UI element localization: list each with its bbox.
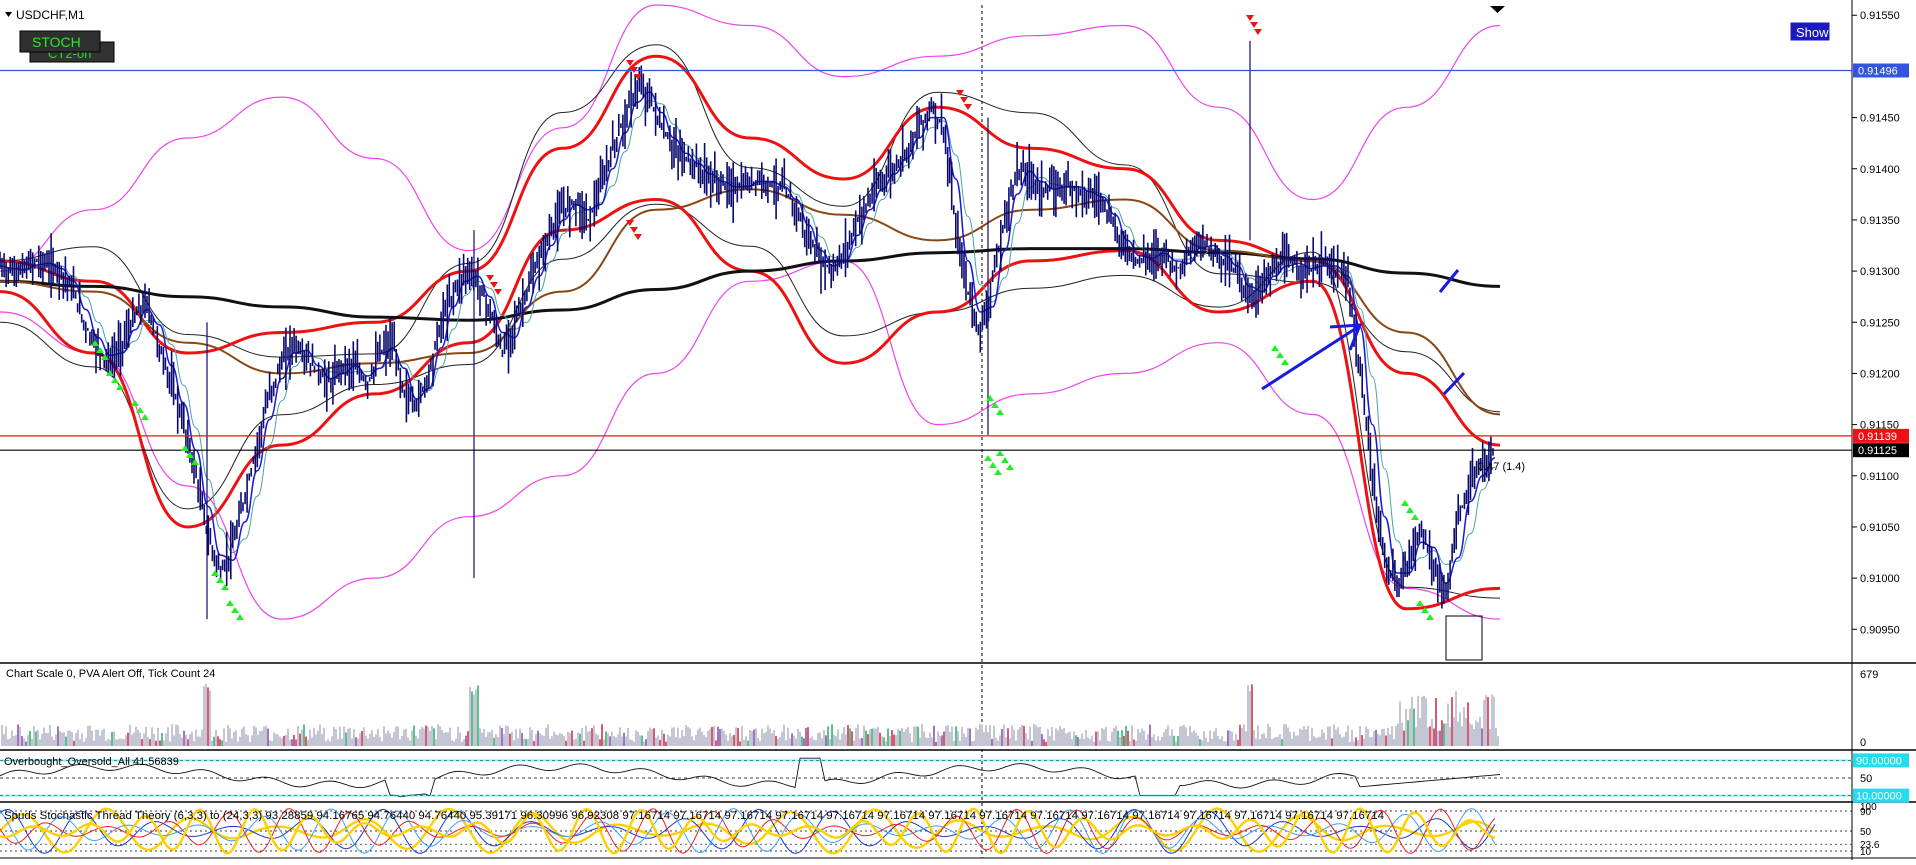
symbol-label: USDCHF,M1 [16, 8, 85, 22]
price-tag-label: 0.91496 [1858, 66, 1898, 78]
price-tick-label: 0.91150 [1860, 420, 1899, 432]
price-tick-label: 0.90950 [1860, 624, 1900, 636]
show-button[interactable]: Show [1789, 21, 1831, 42]
oo-level-tag: 10.00000 [1856, 791, 1902, 803]
price-tick-label: 0.91550 [1860, 10, 1900, 22]
price-tag-label: 0.91139 [1858, 431, 1897, 443]
price-tick-label: 0.91100 [1860, 471, 1899, 483]
price-tick-label: 0.91250 [1860, 317, 1900, 329]
stoch-panel-label: Spuds Stochastic Thread Theory (6,3,3) t… [4, 810, 1384, 822]
price-tick-label: 0.91300 [1860, 266, 1900, 278]
price-tick-label: 0.91450 [1860, 113, 1900, 125]
oo-upper-band [0, 759, 1852, 762]
price-tick-label: 0.91050 [1860, 522, 1900, 534]
price-tick-label: 0.91000 [1860, 573, 1900, 585]
oo-panel-label: Overbought_Oversold_All 41.56839 [4, 756, 179, 768]
oo-level-tag: 90.00000 [1856, 755, 1902, 767]
stoch-tick-label: 10 [1860, 847, 1872, 858]
trading-chart[interactable]: 0.91496 0.91139 0.91125 0.91550 0.91450 0.91… [0, 0, 1916, 860]
oo-tick-label: 50 [1860, 773, 1872, 785]
chart-svg: 0.91496 0.91139 0.91125 0.91550 0.91450 0.91… [0, 0, 1916, 860]
price-tick-label: 0.91350 [1860, 215, 1900, 227]
price-tag-label: 0.91125 [1858, 445, 1897, 457]
volume-tick-label: 679 [1860, 669, 1878, 681]
volume-tick-label: 0 [1860, 737, 1866, 749]
oo-lower-band [0, 794, 1852, 797]
stoch-tick-label: 90 [1860, 807, 1872, 818]
stoch-label: STOCH [32, 34, 81, 50]
show-button-label: Show [1796, 25, 1829, 40]
stoch-tick-label: 50 [1860, 827, 1872, 838]
measure-annotation: 0.47 (1.4) [1478, 461, 1525, 473]
price-tick-label: 0.91200 [1860, 368, 1900, 380]
price-tick-label: 0.91400 [1860, 164, 1900, 176]
stoch-button[interactable]: CT2-on STOCH [19, 30, 115, 63]
volume-panel-label: Chart Scale 0, PVA Alert Off, Tick Count… [6, 668, 215, 680]
